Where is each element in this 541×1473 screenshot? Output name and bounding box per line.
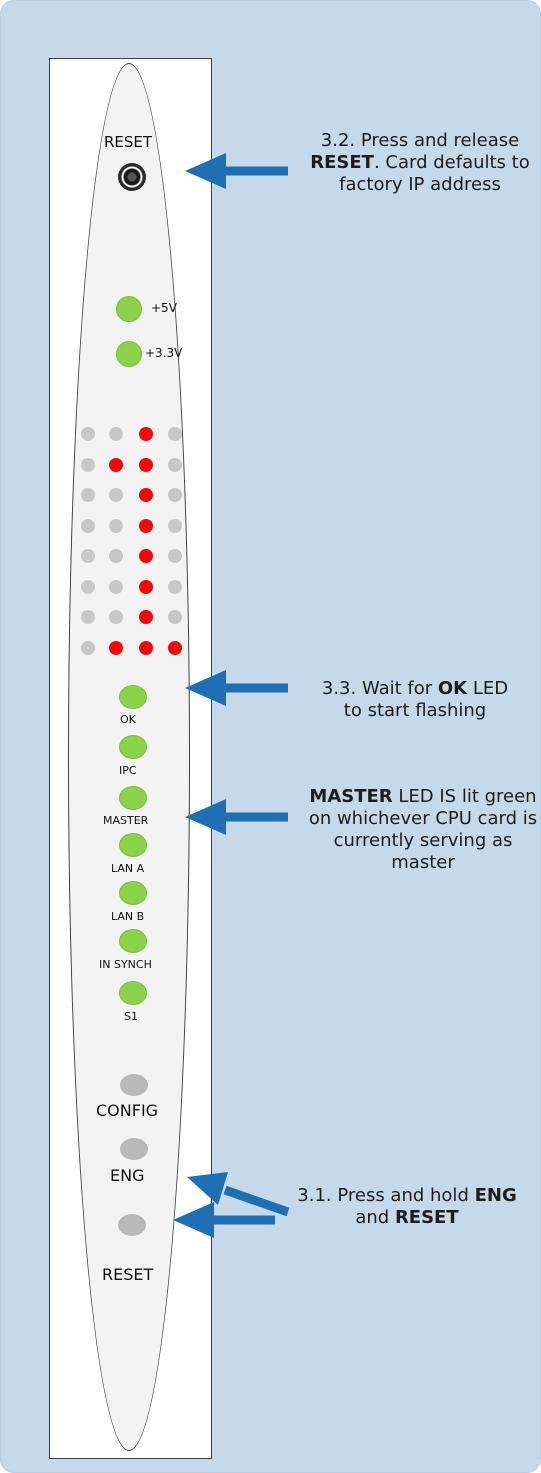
note-3-2-text: 3.2. Press and release — [320, 130, 520, 151]
arrow-eng-head — [187, 1172, 228, 1205]
note-step-3-2: 3.2. Press and release RESET. Card defau… — [300, 130, 540, 196]
note-3-3-bold: OK — [437, 678, 468, 699]
note-master: MASTER LED IS lit green on whichever CPU… — [305, 786, 541, 874]
arrow-master-head — [185, 799, 226, 835]
arrow-ok-head — [185, 670, 226, 706]
note-3-1-bold-eng: ENG — [474, 1185, 517, 1206]
arrow-bottom-reset-head — [173, 1202, 214, 1238]
arrow-eng-line — [223, 1185, 290, 1217]
note-step-3-1: 3.1. Press and hold ENG and RESET — [292, 1185, 522, 1229]
note-3-2-bold: RESET — [310, 152, 374, 173]
note-step-3-3: 3.3. Wait for OK LED to start flashing — [310, 678, 520, 722]
callout-arrows — [173, 153, 290, 1238]
note-3-1-text: 3.1. Press and hold — [297, 1185, 475, 1206]
note-3-3-text: 3.3. Wait for — [321, 678, 438, 699]
note-3-1-text-mid: and — [355, 1207, 395, 1228]
arrow-reset-head — [185, 153, 226, 189]
note-3-1-bold-reset: RESET — [394, 1207, 459, 1228]
note-master-bold: MASTER — [309, 786, 393, 807]
